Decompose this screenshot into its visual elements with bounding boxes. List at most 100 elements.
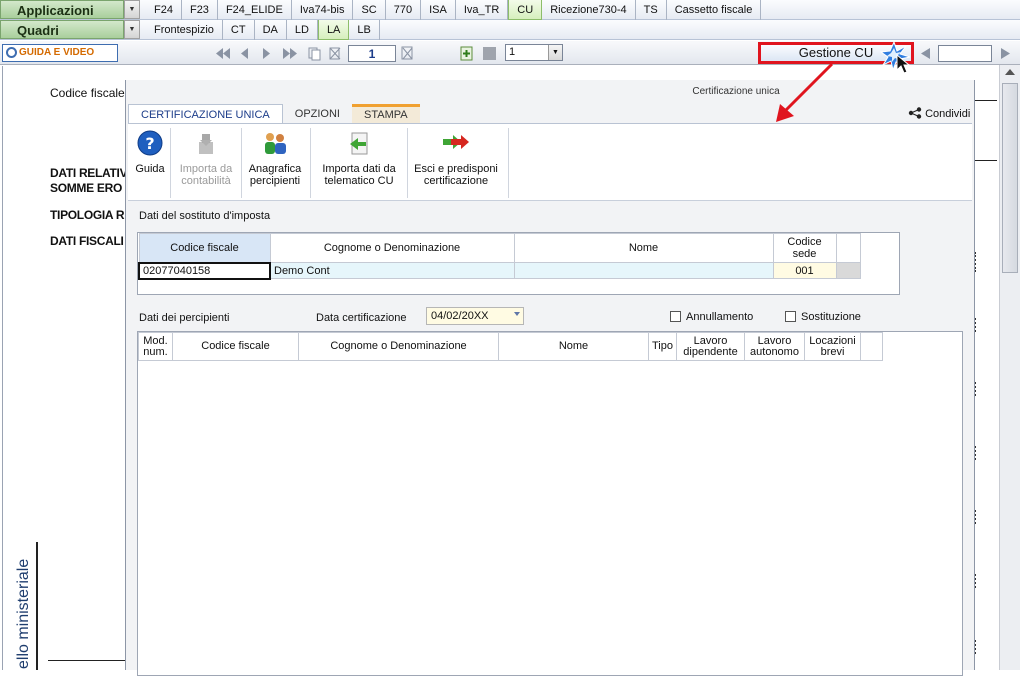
percipienti-header-lavoro-dipendente: Lavoro dipendente bbox=[676, 332, 745, 361]
quadro-tab-frontespizio[interactable]: Frontespizio bbox=[146, 20, 223, 40]
applicazioni-menu-row: Applicazioni ▼ F24 F23 F24_ELIDE Iva74-bis S… bbox=[0, 0, 1020, 20]
ribbon-separator bbox=[170, 128, 171, 198]
ribbon-separator bbox=[241, 128, 242, 198]
quadro-tab-da[interactable]: DA bbox=[255, 20, 287, 40]
navigation-input[interactable] bbox=[938, 45, 992, 62]
applicazioni-label[interactable]: Applicazioni bbox=[0, 0, 124, 19]
percipienti-header-mod: Mod. num. bbox=[138, 332, 173, 361]
ribbon-toolbar: ? Guida Importa da contabilità Anagrafic… bbox=[128, 123, 972, 201]
sostituto-nome-cell[interactable] bbox=[513, 262, 774, 279]
quadro-tab-ld[interactable]: LD bbox=[287, 20, 318, 40]
window-title: Certificazione unica bbox=[692, 86, 780, 97]
scrollbar-thumb[interactable] bbox=[1002, 83, 1018, 273]
chevron-down-icon: ▼ bbox=[548, 45, 562, 60]
importa-telematico-label-2: telematico CU bbox=[324, 175, 394, 187]
red-arrow-icon bbox=[776, 62, 834, 122]
esci-label-1: Esci e predisponi bbox=[414, 163, 498, 175]
annullamento-label: Annullamento bbox=[686, 311, 754, 323]
tab-ricezione730-4[interactable]: Ricezione730-4 bbox=[542, 0, 636, 20]
share-icon bbox=[908, 107, 922, 119]
sostituzione-checkbox[interactable]: Sostituzione bbox=[785, 311, 861, 323]
add-form-icon[interactable] bbox=[460, 46, 473, 61]
condividi-button[interactable]: Condividi bbox=[908, 107, 970, 120]
sostituzione-box[interactable] bbox=[785, 311, 796, 322]
percipienti-grid[interactable] bbox=[137, 331, 963, 676]
delete-page-icon[interactable] bbox=[329, 47, 341, 60]
annullamento-checkbox[interactable]: Annullamento bbox=[670, 311, 753, 323]
annullamento-box[interactable] bbox=[670, 311, 681, 322]
ribbon-separator bbox=[310, 128, 311, 198]
last-page-icon[interactable] bbox=[283, 48, 297, 59]
tab-cu[interactable]: CU bbox=[508, 0, 543, 20]
ribbon-tabs: CERTIFICAZIONE UNICA OPZIONI STAMPA bbox=[128, 104, 420, 124]
document-rule bbox=[975, 160, 997, 161]
tab-iva74-bis[interactable]: Iva74-bis bbox=[292, 0, 354, 20]
sostituto-section-label: Dati del sostituto d'imposta bbox=[139, 210, 271, 222]
sostituto-cognome-cell[interactable]: Demo Cont bbox=[269, 262, 515, 279]
next-icon[interactable] bbox=[998, 46, 1014, 61]
percipienti-header-lavoro-autonomo: Lavoro autonomo bbox=[744, 332, 805, 361]
quadro-tab-lb[interactable]: LB bbox=[349, 20, 380, 40]
document-codice-fiscale-label: Codice fiscale bbox=[50, 86, 125, 100]
tab-f23[interactable]: F23 bbox=[182, 0, 218, 20]
tab-f24[interactable]: F24 bbox=[146, 0, 182, 20]
copy-page-icon[interactable] bbox=[308, 47, 321, 61]
codice-sede-label-1: Codice bbox=[787, 236, 822, 248]
page-number-input[interactable]: 1 bbox=[348, 45, 396, 62]
data-certificazione-input[interactable]: 04/02/20XX bbox=[426, 307, 524, 325]
chevron-down-icon[interactable] bbox=[514, 312, 520, 316]
guida-e-video-label: GUIDA E VIDEO bbox=[19, 47, 95, 58]
document-vertical-rule bbox=[36, 542, 38, 670]
guida-button[interactable]: ? Guida bbox=[130, 130, 170, 175]
data-certificazione-value: 04/02/20XX bbox=[431, 310, 489, 322]
importa-dati-telematico-button[interactable]: Importa dati da telematico CU bbox=[312, 130, 406, 187]
sostituto-header-nome: Nome bbox=[513, 233, 774, 263]
previous-page-icon[interactable] bbox=[241, 48, 248, 59]
sostituto-header-codice-sede: Codice sede bbox=[772, 233, 837, 263]
tab-770[interactable]: 770 bbox=[386, 0, 422, 20]
importa-da-contabilita-button[interactable]: Importa da contabilità bbox=[172, 130, 240, 187]
tab-opzioni[interactable]: OPZIONI bbox=[283, 104, 352, 124]
tab-isa[interactable]: ISA bbox=[421, 0, 456, 20]
import-database-icon bbox=[199, 134, 213, 154]
percipienti-header-locazioni-brevi: Locazioni brevi bbox=[804, 332, 861, 361]
ribbon-separator bbox=[508, 128, 509, 198]
tab-iva-tr[interactable]: Iva_TR bbox=[456, 0, 509, 20]
tab-certificazione-unica[interactable]: CERTIFICAZIONE UNICA bbox=[128, 104, 283, 124]
tab-stampa[interactable]: STAMPA bbox=[352, 104, 420, 124]
sostituto-codice-fiscale-cell[interactable]: 02077040158 bbox=[138, 261, 271, 280]
loc-label-2: brevi bbox=[820, 345, 845, 358]
delete-form-icon[interactable] bbox=[400, 45, 416, 62]
application-tabs: F24 F23 F24_ELIDE Iva74-bis SC 770 ISA Iva_TR CU… bbox=[146, 0, 762, 20]
help-icon: ? bbox=[137, 130, 163, 156]
applicazioni-dropdown-icon[interactable]: ▼ bbox=[124, 0, 140, 19]
guida-e-video-button[interactable]: GUIDA E VIDEO bbox=[2, 44, 118, 62]
anagrafica-percipienti-button[interactable]: Anagrafica percipienti bbox=[243, 130, 307, 187]
next-page-icon[interactable] bbox=[263, 48, 270, 59]
tab-sc[interactable]: SC bbox=[353, 0, 386, 20]
tab-cassetto-fiscale[interactable]: Cassetto fiscale bbox=[667, 0, 762, 20]
certificazione-unica-window: Certificazione unica CERTIFICAZIONE UNIC… bbox=[125, 80, 975, 676]
scroll-up-icon[interactable] bbox=[1005, 69, 1015, 75]
sostituto-codice-sede-cell[interactable]: 001 bbox=[772, 262, 837, 279]
previous-icon[interactable] bbox=[918, 46, 936, 61]
tab-ts[interactable]: TS bbox=[636, 0, 667, 20]
quadri-dropdown-icon[interactable]: ▼ bbox=[124, 20, 140, 39]
esci-e-predisponi-button[interactable]: Esci e predisponi certificazione bbox=[409, 130, 503, 187]
form-select[interactable]: 1 ▼ bbox=[505, 44, 563, 61]
vertical-scrollbar[interactable] bbox=[999, 65, 1020, 670]
quadro-tab-la[interactable]: LA bbox=[317, 20, 350, 40]
document-somme-erogate: SOMME ERO bbox=[50, 181, 122, 195]
anagrafica-label-1: Anagrafica bbox=[248, 163, 302, 175]
form-select-value: 1 bbox=[509, 46, 516, 58]
sostituto-header-extra bbox=[835, 233, 861, 263]
esci-label-2: certificazione bbox=[423, 175, 489, 187]
first-page-icon[interactable] bbox=[216, 48, 230, 59]
remove-form-icon[interactable] bbox=[483, 47, 496, 60]
quadro-tab-ct[interactable]: CT bbox=[223, 20, 255, 40]
percipienti-section-label: Dati dei percipienti bbox=[139, 312, 230, 324]
quadri-label[interactable]: Quadri bbox=[0, 20, 124, 39]
tab-f24-elide[interactable]: F24_ELIDE bbox=[218, 0, 292, 20]
importa-contabilita-label-1: Importa da bbox=[179, 163, 233, 175]
guida-label: Guida bbox=[135, 163, 165, 175]
